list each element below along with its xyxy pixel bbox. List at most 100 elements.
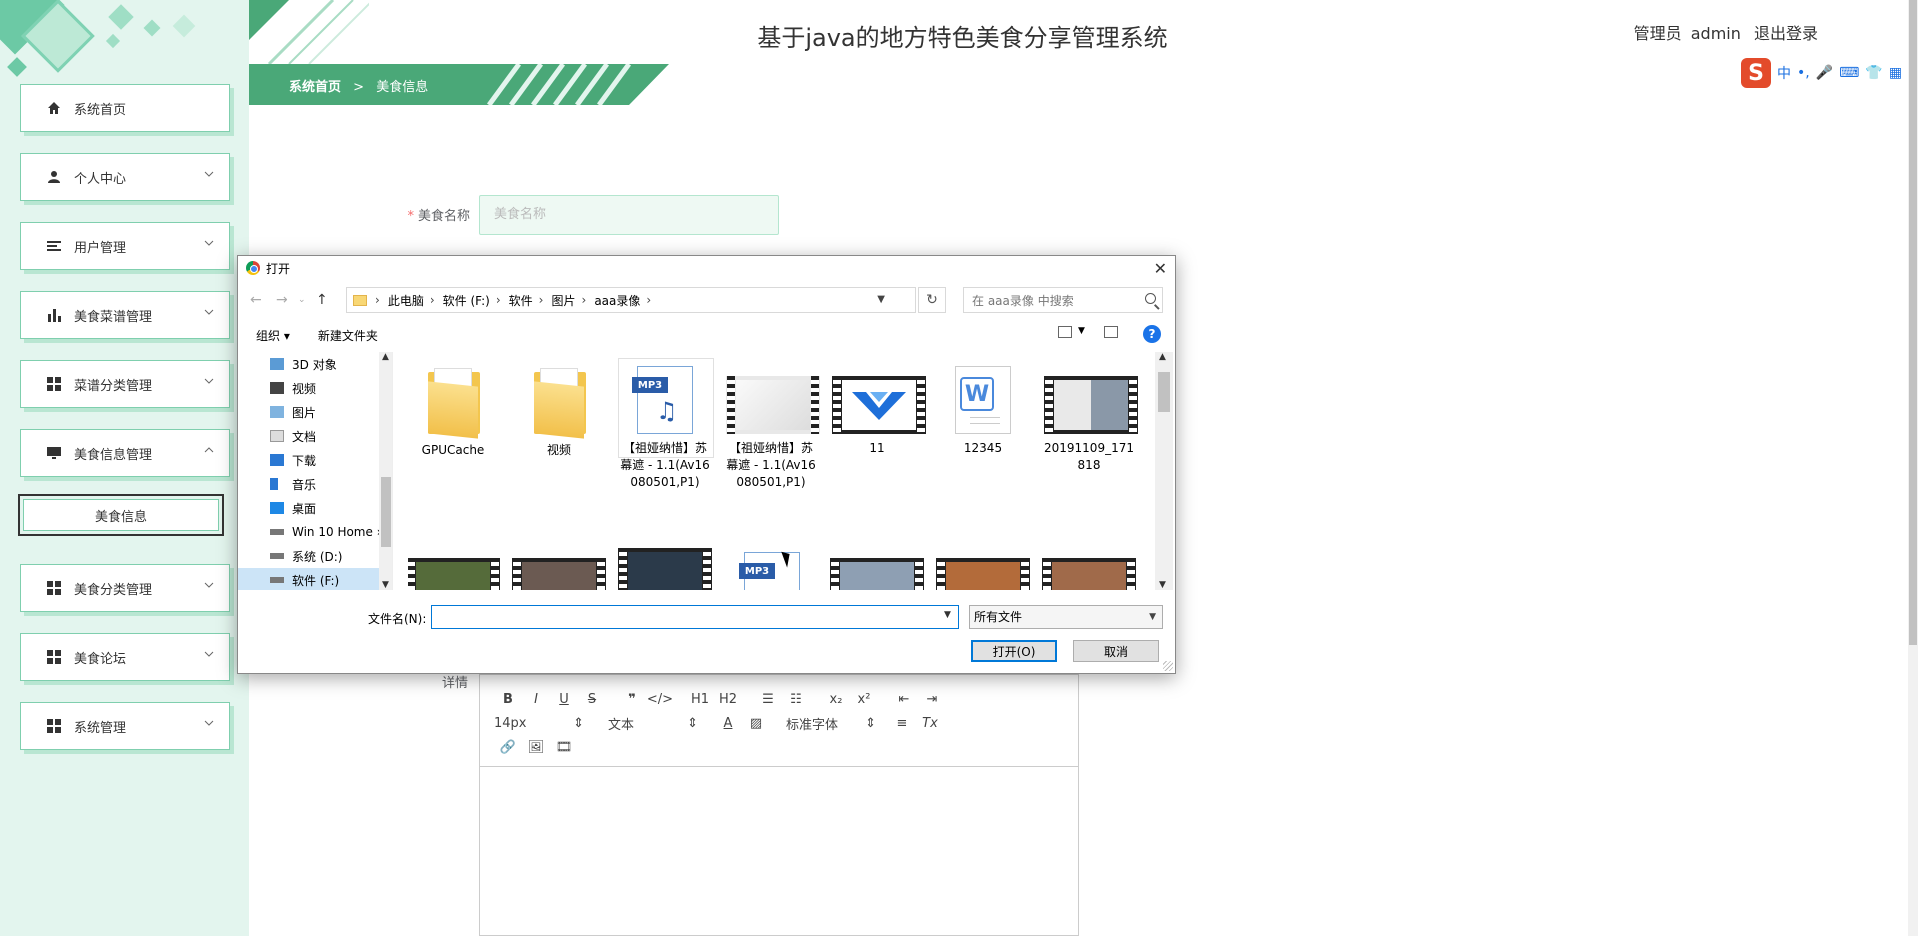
forward-arrow-icon[interactable]: → [276, 292, 288, 308]
food-name-input[interactable]: 美食名称 [479, 195, 779, 235]
sidebar-item-food-forum[interactable]: 美食论坛 [20, 633, 230, 681]
preview-pane-icon[interactable] [1104, 326, 1118, 338]
address-bar[interactable]: › 此电脑 › 软件 (F:) › 软件 › 图片 › aaa录像 › ▼ [346, 287, 916, 313]
rich-text-editor[interactable]: B I U S ❞ </> H1 H2 ☰ ☷ x₂ x² ⇤ ⇥ 14px ⇕ … [479, 674, 1079, 936]
italic-button[interactable]: I [522, 688, 550, 710]
block-type-select[interactable]: 文本 ⇕ [608, 714, 698, 733]
file-item[interactable]: 20191109_171818 [1044, 366, 1138, 474]
heading2-button[interactable]: H2 [714, 688, 742, 710]
scroll-up-icon[interactable]: ▲ [1159, 352, 1166, 362]
scroll-down-icon[interactable]: ▼ [1159, 580, 1166, 590]
scrollbar-thumb[interactable] [381, 477, 391, 547]
back-arrow-icon[interactable]: ← [250, 292, 262, 308]
file-list-scrollbar[interactable]: ▲ ▼ [1155, 352, 1173, 590]
font-family-select[interactable]: 标准字体 ⇕ [786, 714, 876, 733]
video-icon[interactable]: 🎞 [550, 736, 578, 758]
file-item[interactable]: GPUCache [408, 366, 498, 459]
subscript-icon[interactable]: x₂ [822, 688, 850, 710]
nav-scrollbar[interactable]: ▲ ▼ [379, 352, 392, 590]
sidebar-item-recipe-management[interactable]: 美食菜谱管理 [20, 291, 230, 339]
clear-format-icon[interactable]: Tx [916, 712, 944, 734]
video-thumbnail[interactable] [1042, 558, 1136, 590]
punctuation-icon[interactable]: •, [1797, 65, 1810, 81]
nav-item-3d-objects[interactable]: 3D 对象 [238, 352, 392, 376]
new-folder-button[interactable]: 新建文件夹 [318, 327, 378, 344]
refresh-icon[interactable]: ↻ [918, 287, 946, 313]
indent-icon[interactable]: ⇥ [918, 688, 946, 710]
help-icon[interactable]: ? [1143, 325, 1161, 343]
path-segment[interactable]: 软件 [509, 292, 533, 309]
underline-button[interactable]: U [550, 688, 578, 710]
logout-link[interactable]: 退出登录 [1754, 24, 1818, 43]
bullet-list-icon[interactable]: ☷ [782, 688, 810, 710]
chevron-down-icon[interactable]: ▼ [944, 610, 951, 620]
sidebar-item-food-info-management[interactable]: 美食信息管理 [20, 429, 230, 477]
ime-toolbar[interactable]: S 中 •, 🎤 ⌨ 👕 ▦ [1741, 58, 1911, 88]
video-thumbnail[interactable] [408, 558, 500, 590]
font-size-select[interactable]: 14px ⇕ [494, 716, 584, 731]
sidebar-subitem-food-info[interactable]: 美食信息 [18, 494, 224, 536]
resize-grip[interactable] [1163, 661, 1173, 671]
superscript-icon[interactable]: x² [850, 688, 878, 710]
nav-item-documents[interactable]: 文档 [238, 424, 392, 448]
path-segment[interactable]: 软件 (F:) [443, 292, 490, 309]
sidebar-item-system-management[interactable]: 系统管理 [20, 702, 230, 750]
close-icon[interactable]: ✕ [1154, 259, 1167, 278]
nav-item-music[interactable]: 音乐 [238, 472, 392, 496]
strike-button[interactable]: S [578, 688, 606, 710]
recent-dropdown-icon[interactable]: ⌄ [298, 295, 306, 305]
sidebar-item-recipe-category[interactable]: 菜谱分类管理 [20, 360, 230, 408]
cancel-button[interactable]: 取消 [1073, 640, 1159, 662]
path-segment[interactable]: 图片 [551, 292, 575, 309]
ime-mode[interactable]: 中 [1777, 63, 1791, 83]
nav-item-videos[interactable]: 视频 [238, 376, 392, 400]
chevron-down-icon[interactable]: ▼ [877, 294, 885, 305]
nav-item-downloads[interactable]: 下载 [238, 448, 392, 472]
nav-item-win10-home[interactable]: Win 10 Home › [238, 520, 392, 544]
open-button[interactable]: 打开(O) [971, 640, 1057, 662]
breadcrumb-home[interactable]: 系统首页 [289, 80, 341, 95]
mp3-file-icon[interactable]: MP3 [739, 552, 800, 590]
file-item[interactable]: MP3 ♫ 【祖娅纳惜】苏幕遮 - 1.1(Av16080501,P1) [618, 358, 714, 491]
sidebar-item-user-management[interactable]: 用户管理 [20, 222, 230, 270]
file-item[interactable]: 11 [832, 366, 926, 457]
file-item[interactable]: W 12345 [938, 366, 1028, 457]
apps-icon[interactable]: ▦ [1889, 65, 1902, 81]
path-segment[interactable]: 此电脑 [388, 292, 424, 309]
bold-button[interactable]: B [494, 688, 522, 710]
scroll-down-icon[interactable]: ▼ [382, 580, 389, 590]
nav-item-desktop[interactable]: 桌面 [238, 496, 392, 520]
video-thumbnail[interactable] [936, 558, 1030, 590]
view-options-icon[interactable] [1058, 326, 1072, 338]
scrollbar-thumb[interactable] [1909, 0, 1917, 645]
ordered-list-icon[interactable]: ☰ [754, 688, 782, 710]
sidebar-item-home[interactable]: 系统首页 [20, 84, 230, 132]
nav-item-drive-d[interactable]: 系统 (D:) [238, 544, 392, 568]
text-color-icon[interactable]: A [714, 712, 742, 734]
page-scrollbar[interactable] [1908, 0, 1918, 936]
scrollbar-thumb[interactable] [1158, 372, 1170, 412]
nav-item-drive-f[interactable]: 软件 (F:) [238, 568, 392, 590]
scroll-up-icon[interactable]: ▲ [382, 352, 389, 362]
sidebar-item-food-category[interactable]: 美食分类管理 [20, 564, 230, 612]
video-thumbnail[interactable] [830, 558, 924, 590]
keyboard-icon[interactable]: ⌨ [1839, 65, 1859, 81]
organize-menu[interactable]: 组织 ▾ [256, 327, 290, 344]
file-item[interactable]: 【祖娅纳惜】苏幕遮 - 1.1(Av16080501,P1) [726, 366, 820, 491]
path-segment[interactable]: aaa录像 [594, 292, 640, 309]
filename-input[interactable] [431, 605, 959, 629]
background-color-icon[interactable]: ▨ [742, 712, 770, 734]
video-thumbnail[interactable] [618, 548, 712, 590]
file-item[interactable]: 视频 [514, 366, 604, 459]
align-icon[interactable]: ≡ [888, 712, 916, 734]
search-input[interactable]: 在 aaa录像 中搜索 [963, 287, 1163, 313]
link-icon[interactable]: 🔗 [494, 736, 522, 758]
filetype-select[interactable]: 所有文件 ▼ [969, 605, 1163, 629]
blockquote-icon[interactable]: ❞ [618, 688, 646, 710]
image-icon[interactable]: 🖼 [522, 736, 550, 758]
chevron-down-icon[interactable]: ▼ [1078, 326, 1085, 336]
sidebar-item-personal-center[interactable]: 个人中心 [20, 153, 230, 201]
outdent-icon[interactable]: ⇤ [890, 688, 918, 710]
microphone-icon[interactable]: 🎤 [1816, 65, 1833, 81]
up-arrow-icon[interactable]: ↑ [316, 292, 328, 308]
